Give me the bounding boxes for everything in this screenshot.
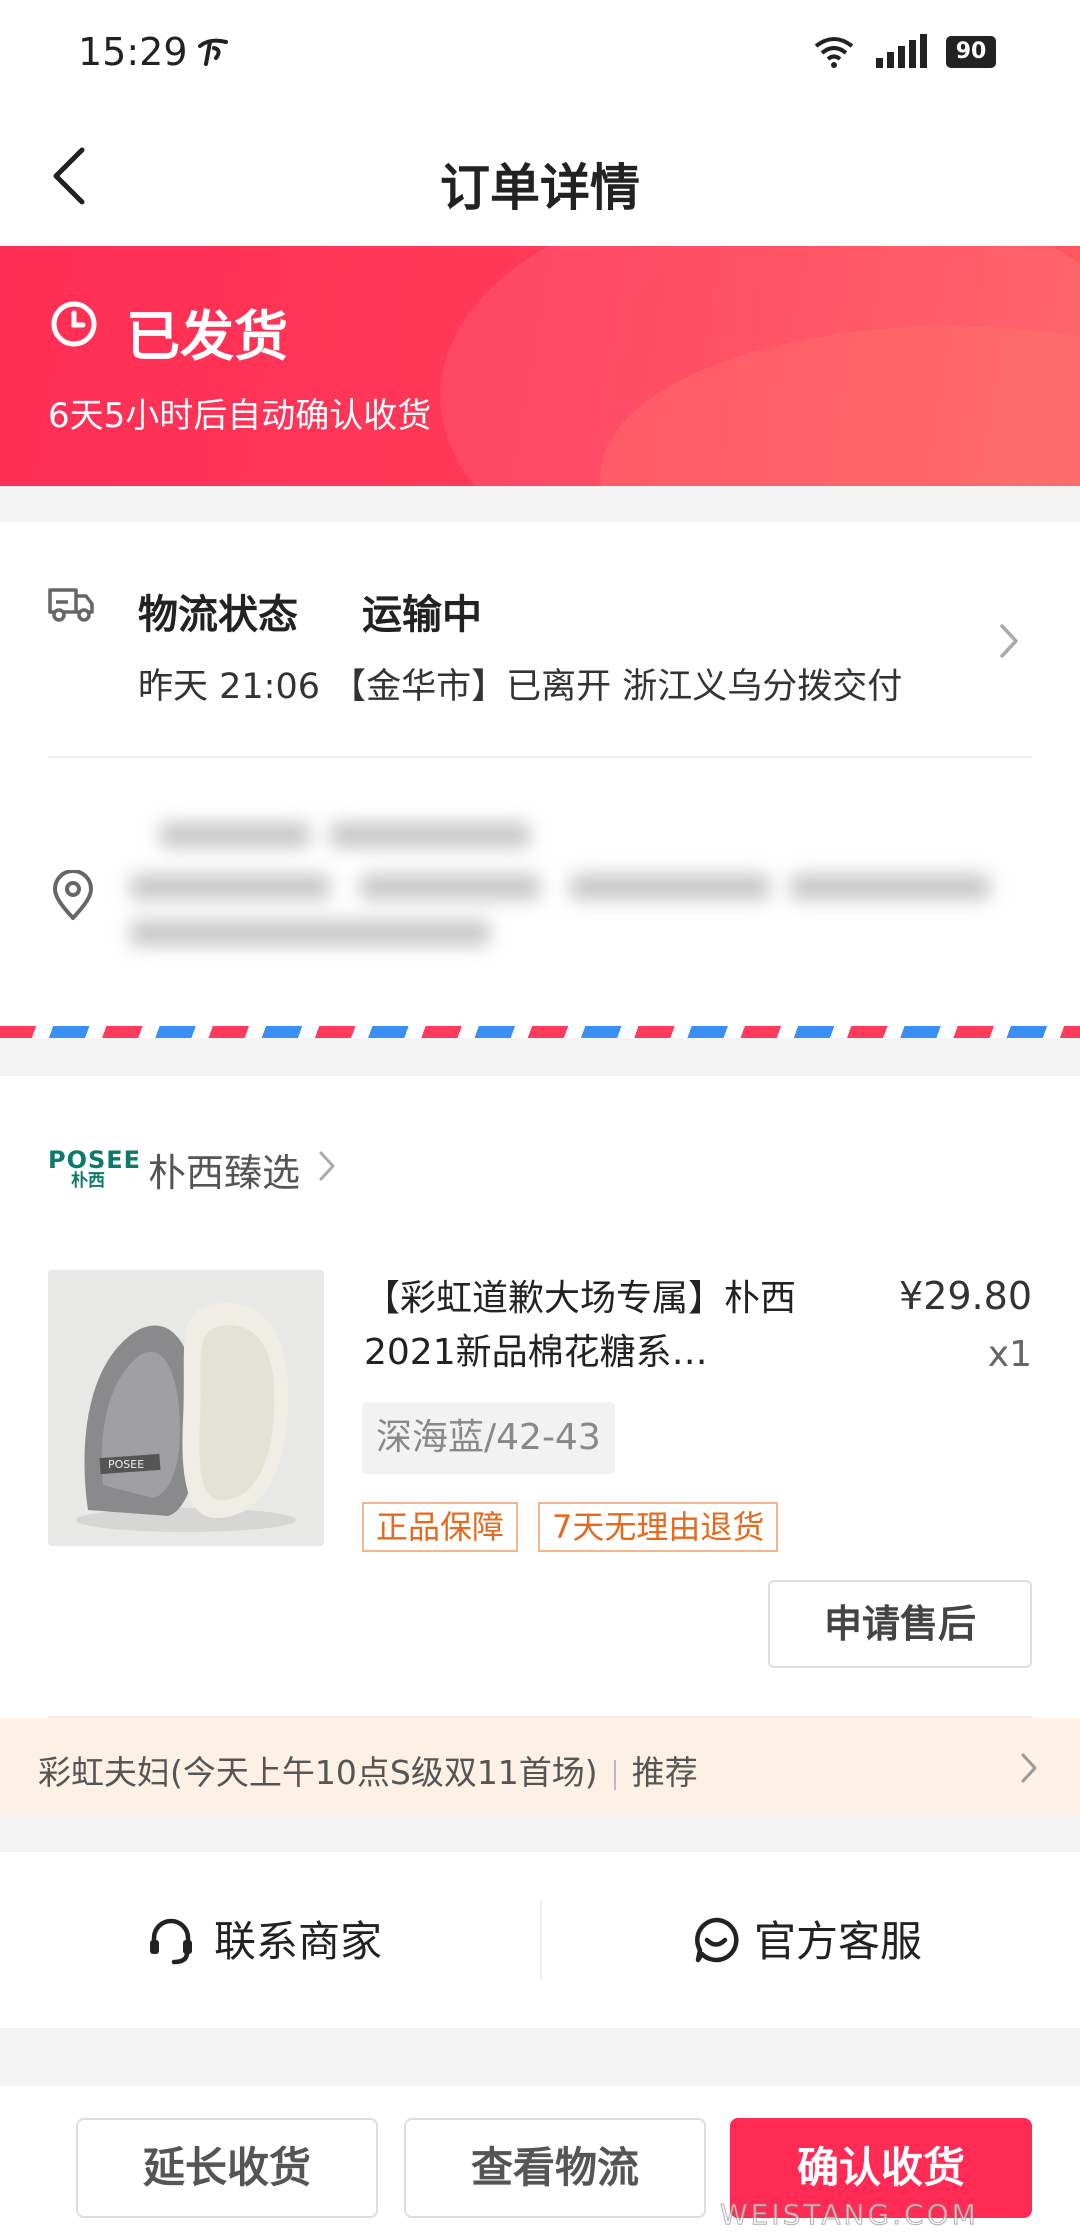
order-status-banner: 已发货 6天5小时后自动确认收货 [0,246,1080,486]
order-status-title: 已发货 [126,305,288,368]
location-pin-icon [50,869,96,926]
carrier-icon [196,36,230,70]
view-logistics-button[interactable]: 查看物流 [404,2118,706,2218]
divider [48,756,1032,758]
promo-separator [613,1759,616,1790]
goods-card: POSEE 朴西 朴西臻选 POSEE 【彩虹道歉大场专属】朴西2021新品棉花… [0,1076,1080,1816]
shop-name[interactable]: 朴西臻选 [148,1142,300,1197]
product-price: ¥29.80 [899,1274,1032,1318]
contact-row: 联系商家 官方客服 [0,1852,1080,2028]
airmail-stripe [0,1026,1080,1038]
shop-logo-text-cn: 朴西 [71,1171,105,1191]
product-quantity: x1 [987,1334,1032,1375]
chevron-right-icon[interactable] [998,622,1020,664]
signal-icon [874,34,930,72]
product-image[interactable]: POSEE [48,1270,324,1546]
shop-logo[interactable]: POSEE 朴西 [48,1146,142,1194]
status-bar: 15:29 90 [0,0,1080,110]
product-spec: 深海蓝/42-43 [362,1402,615,1474]
logistics-latest[interactable]: 昨天 21:06 【金华市】已离开 浙江义乌分拨交付 [138,658,902,709]
logistics-address-card: 物流状态 运输中 昨天 21:06 【金华市】已离开 浙江义乌分拨交付 [0,522,1080,1027]
logistics-state[interactable]: 运输中 [362,582,482,640]
status-time: 15:29 [78,30,188,74]
return-policy-tag: 7天无理由退货 [538,1502,779,1552]
headset-icon [146,1916,196,1970]
logistics-label[interactable]: 物流状态 [138,582,298,640]
shop-logo-text: POSEE [48,1146,142,1174]
navigation-bar: 订单详情 [0,110,1080,246]
contact-merchant-label: 联系商家 [214,1917,383,1966]
extend-receipt-button[interactable]: 延长收货 [76,2118,378,2218]
guarantee-tag: 正品保障 [362,1502,519,1552]
chevron-right-icon[interactable] [1020,1752,1038,1788]
after-sale-button[interactable]: 申请售后 [768,1580,1032,1668]
promo-banner[interactable]: 彩虹夫妇(今天上午10点S级双11首场) 推荐 [0,1718,1080,1816]
blurred-address[interactable] [130,812,1010,952]
page-title: 订单详情 [440,159,640,217]
official-service-label: 官方客服 [754,1917,923,1966]
contact-merchant-button[interactable]: 联系商家 [0,1852,540,2028]
product-title[interactable]: 【彩虹道歉大场专属】朴西2021新品棉花糖系… [364,1272,824,1380]
promo-title: 彩虹夫妇(今天上午10点S级双11首场) [38,1753,598,1792]
chat-smile-icon [692,1916,740,1968]
wifi-icon [812,34,856,72]
auto-confirm-countdown: 6天5小时后自动确认收货 [48,396,432,436]
official-service-button[interactable]: 官方客服 [540,1852,1080,2028]
battery-indicator: 90 [946,36,996,68]
clock-icon [50,300,98,352]
promo-text: 彩虹夫妇(今天上午10点S级双11首场) 推荐 [38,1746,698,1794]
promo-suffix: 推荐 [631,1753,698,1792]
chevron-right-icon[interactable] [318,1150,336,1186]
watermark: WEISTANG.COM [720,2198,979,2232]
product-image-brand: POSEE [108,1458,144,1471]
truck-icon [46,582,96,628]
